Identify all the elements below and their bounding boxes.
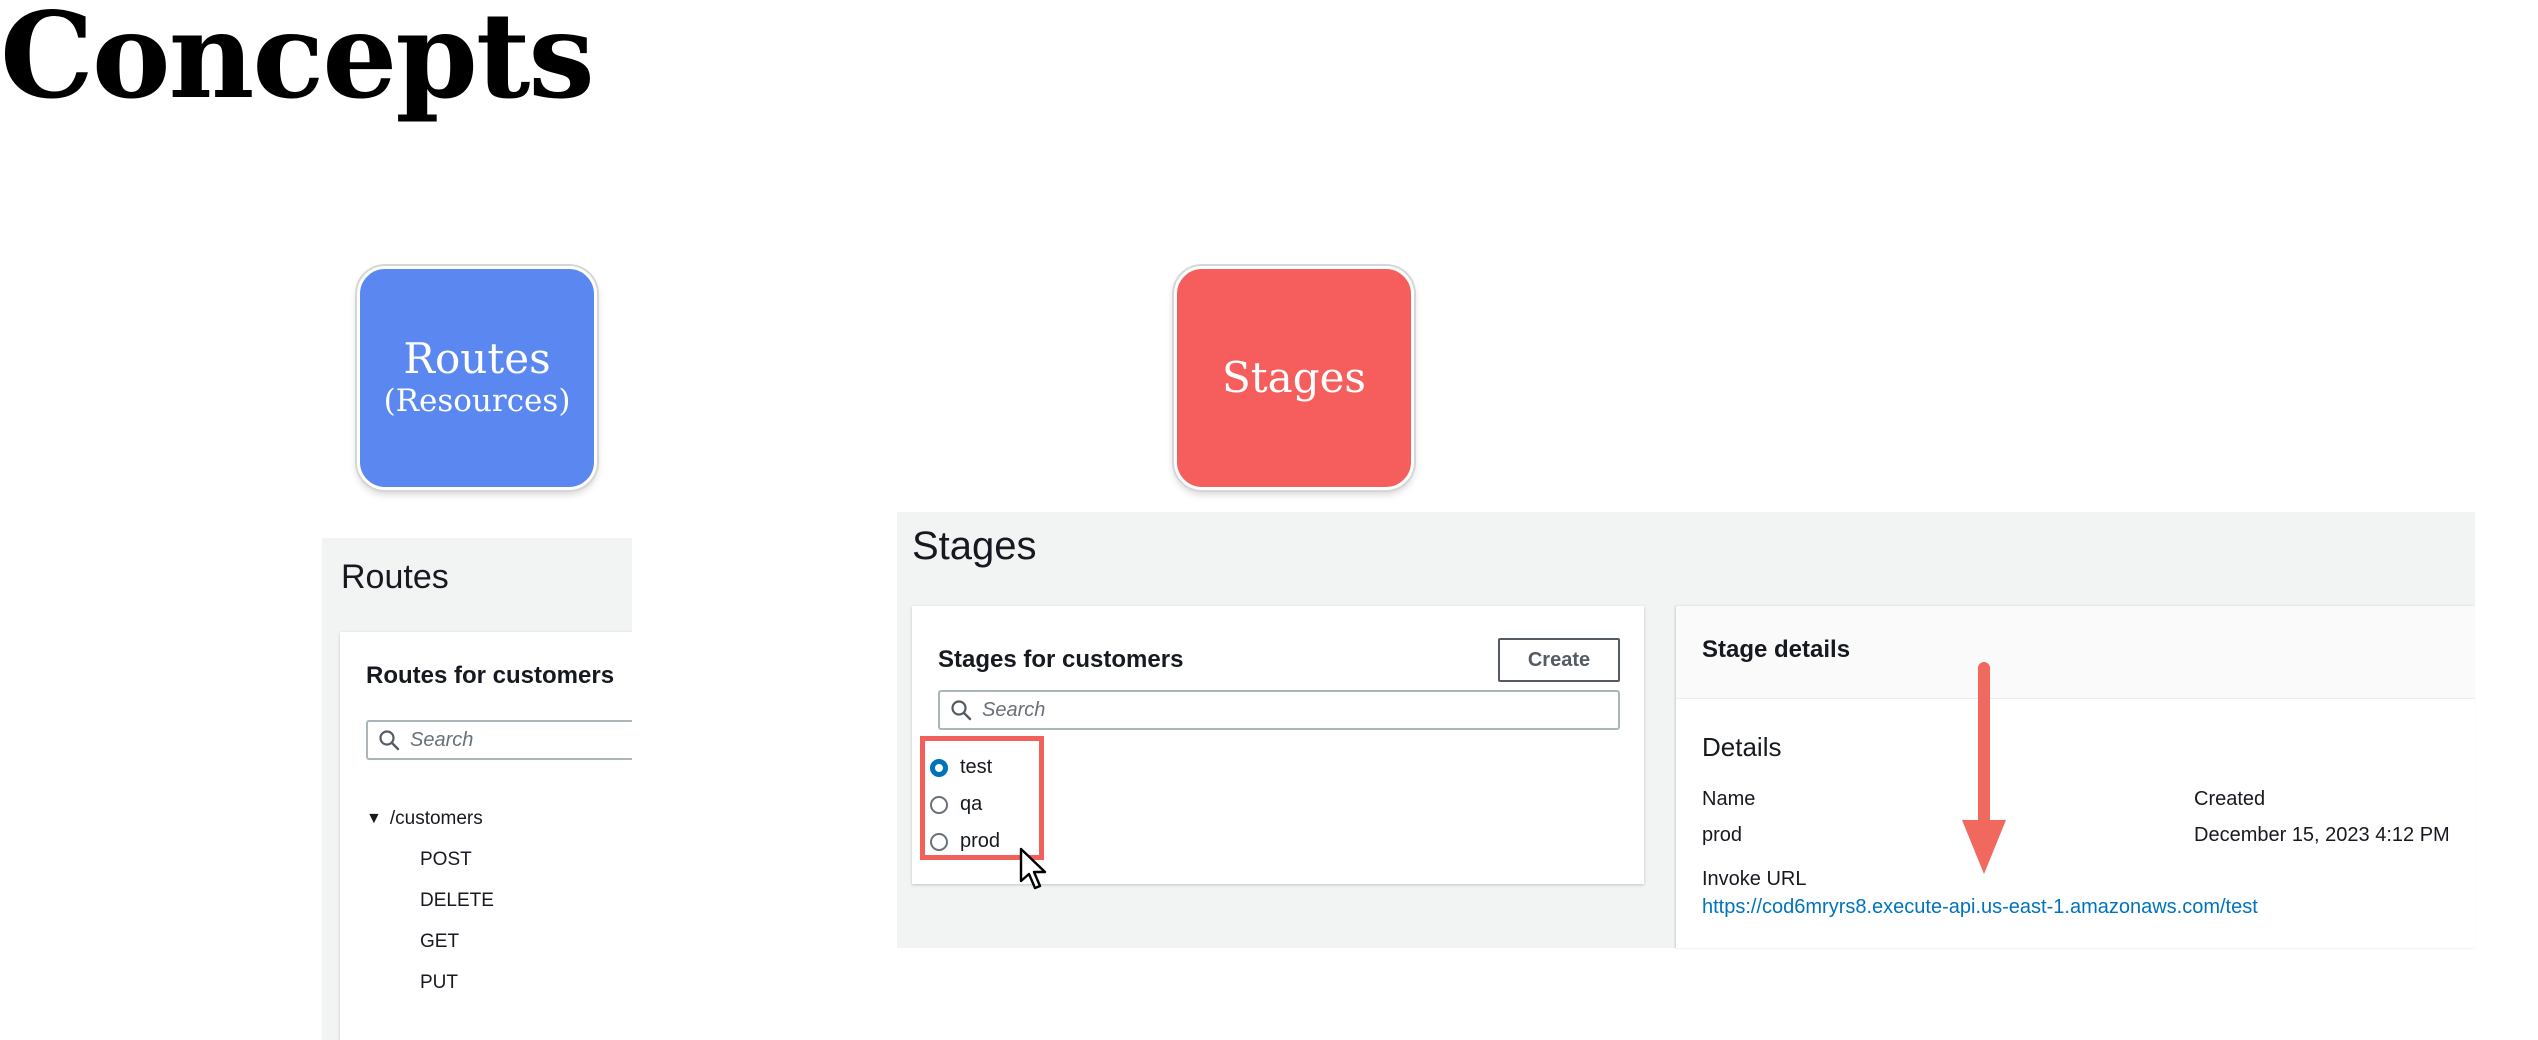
search-placeholder: Search xyxy=(982,698,1046,721)
tree-root-label: /customers xyxy=(389,808,483,829)
created-label: Created xyxy=(2194,788,2266,810)
routes-tile-sublabel: (Resources) xyxy=(383,383,571,419)
details-section-title: Details xyxy=(1702,732,1782,762)
routes-tree: ▼ /customers POST DELETE GET PUT xyxy=(366,808,494,1013)
stage-option-label: test xyxy=(960,756,993,778)
route-method-delete[interactable]: DELETE xyxy=(420,890,494,912)
stage-option-label: prod xyxy=(960,830,1001,852)
mouse-pointer-icon xyxy=(1019,847,1047,890)
radio-button[interactable] xyxy=(930,795,948,814)
routes-panel: Routes Routes for customers Search ▼ /cu… xyxy=(322,538,632,1040)
caret-down-icon[interactable]: ▼ xyxy=(366,810,382,828)
tree-item-customers[interactable]: ▼ /customers xyxy=(366,808,494,830)
stages-card-title: Stages for customers xyxy=(938,646,1184,673)
stage-details-title: Stage details xyxy=(1702,636,1851,663)
stages-panel: Stages Stages for customers Create Searc… xyxy=(897,512,2475,948)
down-arrow-icon xyxy=(1962,662,2006,874)
radio-button[interactable] xyxy=(930,832,948,851)
name-label: Name xyxy=(1702,788,1756,810)
stage-option-qa[interactable]: qa xyxy=(930,793,982,816)
search-icon xyxy=(379,730,400,751)
stages-search-input[interactable]: Search xyxy=(938,690,1620,730)
stage-details-card: Stage details Details Name prod Created … xyxy=(1676,606,2475,948)
route-method-post[interactable]: POST xyxy=(420,849,494,871)
stage-option-prod[interactable]: prod xyxy=(930,830,1000,853)
stages-card: Stages for customers Create Search test … xyxy=(912,606,1644,890)
search-placeholder: Search xyxy=(410,728,474,751)
stages-tile: Stages xyxy=(1174,266,1414,490)
radio-button-checked[interactable] xyxy=(930,758,948,777)
stages-heading: Stages xyxy=(912,524,1037,568)
page-title: Concepts xyxy=(0,0,595,125)
name-value: prod xyxy=(1702,824,1743,846)
routes-search-input[interactable]: Search xyxy=(366,720,632,760)
routes-tile: Routes (Resources) xyxy=(357,266,597,490)
routes-tile-label: Routes xyxy=(403,334,551,383)
invoke-url-label: Invoke URL xyxy=(1702,868,1807,890)
routes-card: Routes for customers Search ▼ /customers… xyxy=(340,632,632,1040)
routes-card-title: Routes for customers xyxy=(366,662,615,689)
route-method-put[interactable]: PUT xyxy=(420,972,494,994)
stages-tile-label: Stages xyxy=(1222,353,1366,402)
routes-heading: Routes xyxy=(341,558,449,596)
stage-details-header: Stage details xyxy=(1676,606,2475,699)
stage-option-test[interactable]: test xyxy=(930,756,992,779)
create-stage-button[interactable]: Create xyxy=(1498,638,1620,682)
route-method-get[interactable]: GET xyxy=(420,931,494,953)
search-icon xyxy=(951,700,972,721)
invoke-url-link[interactable]: https://cod6mryrs8.execute-api.us-east-1… xyxy=(1702,896,2258,919)
created-value: December 15, 2023 4:12 PM xyxy=(2194,824,2450,846)
stage-option-label: qa xyxy=(960,793,983,815)
